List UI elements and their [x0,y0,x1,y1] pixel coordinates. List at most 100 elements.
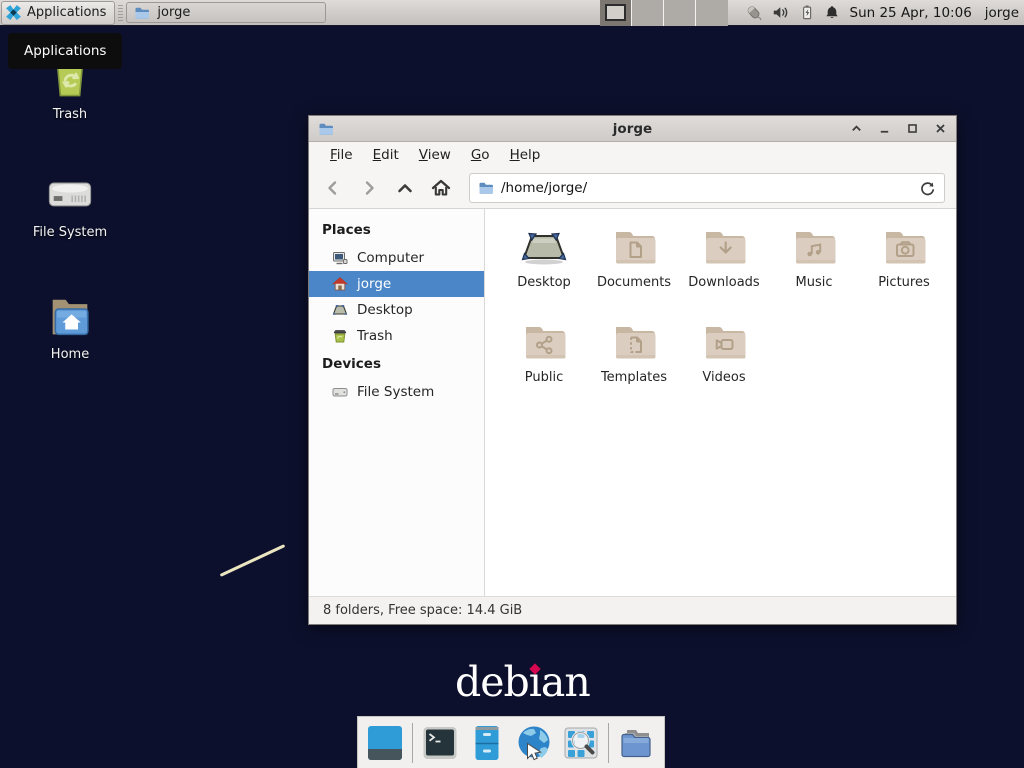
menu-file[interactable]: File [320,143,363,167]
file-documents[interactable]: Documents [589,217,679,307]
debian-logo-text-end: an [541,660,590,705]
workspace-pager [600,0,728,26]
window-controls [850,122,947,135]
harddrive-icon [44,170,96,220]
notification-bell-icon[interactable] [824,4,840,21]
workspace-3[interactable] [664,0,696,26]
minimize-button[interactable] [878,122,891,135]
file-music[interactable]: Music [769,217,859,307]
battery-charging-icon[interactable] [799,4,815,21]
forward-icon [359,178,379,198]
file-public[interactable]: Public [499,312,589,402]
sidebar: Places Computer [309,209,485,596]
location-folder-icon [478,180,494,196]
toolbar: /home/jorge/ [309,168,956,209]
workspace-1[interactable] [600,0,632,26]
dock-separator [608,723,609,763]
terminal-icon [420,723,460,763]
window-body: Places Computer [309,209,956,596]
file-manager-launcher[interactable] [467,723,507,763]
file-templates[interactable]: Templates [589,312,679,402]
window-titlebar[interactable]: jorge [309,116,956,142]
pictures-folder-icon [880,223,928,271]
xfce-logo-icon [5,4,22,21]
file-desktop[interactable]: Desktop [499,217,589,307]
shade-button[interactable] [850,122,863,135]
home-button[interactable] [425,173,456,203]
dock-separator [412,723,413,763]
top-panel: Applications jorge [0,0,1024,26]
applications-menu-button[interactable]: Applications [1,1,115,25]
home-icon [430,177,452,199]
harddrive-icon [332,384,348,400]
terminal-launcher[interactable] [420,723,460,763]
file-manager-window: jorge File Edit View Go Help [308,115,957,625]
sidebar-header-places: Places [309,215,484,245]
home-icon [332,276,348,292]
applications-menu-label: Applications [27,5,106,20]
application-finder-launcher[interactable] [561,723,601,763]
debian-logo-i: ı [529,660,541,705]
web-browser-icon [514,723,554,763]
desktop-icon-home[interactable]: Home [14,290,126,362]
panel-separator-handle [118,5,123,21]
public-folder-icon [520,318,568,366]
sidebar-header-devices: Devices [309,349,484,379]
sidebar-item-label: Computer [357,250,424,266]
applications-tooltip: Applications [8,33,122,69]
sidebar-item-label: Desktop [357,302,413,318]
statusbar: 8 folders, Free space: 14.4 GiB [309,596,956,624]
up-icon [395,178,415,198]
file-downloads[interactable]: Downloads [679,217,769,307]
sidebar-item-computer[interactable]: Computer [309,245,484,271]
web-browser-launcher[interactable] [514,723,554,763]
desktop-icon-file-system[interactable]: File System [14,170,126,240]
sidebar-item-jorge[interactable]: jorge [309,271,484,297]
sidebar-item-label: File System [357,384,434,400]
menu-view[interactable]: View [409,143,461,167]
file-view[interactable]: Desktop Documents [485,209,956,596]
file-videos[interactable]: Videos [679,312,769,402]
app-finder-icon [561,723,601,763]
panel-clock[interactable]: Sun 25 Apr, 10:06 [850,5,972,21]
menu-go[interactable]: Go [461,143,500,167]
volume-icon[interactable] [772,4,790,21]
back-button[interactable] [317,173,348,203]
close-button[interactable] [934,122,947,135]
menu-help[interactable]: Help [500,143,551,167]
workspace-4[interactable] [696,0,728,26]
sidebar-item-label: jorge [357,276,391,292]
taskbar-window-button[interactable]: jorge [126,2,326,23]
desktop-screen: Applications jorge [0,0,1024,768]
desktop-icon-label: Trash [53,107,87,122]
sidebar-item-desktop[interactable]: Desktop [309,297,484,323]
sidebar-item-file-system[interactable]: File System [309,379,484,405]
workspace-window-preview [605,4,626,21]
directory-menu-button[interactable] [616,723,656,763]
file-label: Videos [702,370,745,385]
menu-edit[interactable]: Edit [363,143,409,167]
file-pictures[interactable]: Pictures [859,217,949,307]
file-label: Documents [597,275,671,290]
workspace-2[interactable] [632,0,664,26]
location-bar[interactable]: /home/jorge/ [469,173,945,203]
file-cabinet-icon [467,723,507,763]
desktop-icon-label: File System [33,225,107,240]
forward-button[interactable] [353,173,384,203]
reload-icon[interactable] [919,180,936,197]
debian-logo: debıan [455,660,590,705]
templates-folder-icon [610,318,658,366]
up-button[interactable] [389,173,420,203]
show-desktop-button[interactable] [365,723,405,763]
desktop-icon [332,302,348,318]
downloads-folder-icon [700,223,748,271]
folder-icon [134,5,150,21]
location-path[interactable]: /home/jorge/ [501,180,912,196]
directory-menu-icon [616,723,656,763]
mouse-device-icon[interactable] [744,4,763,22]
file-label: Music [796,275,833,290]
taskbar-window-label: jorge [157,5,190,20]
panel-user-menu[interactable]: jorge [985,5,1019,21]
maximize-button[interactable] [906,122,919,135]
sidebar-item-trash[interactable]: Trash [309,323,484,349]
